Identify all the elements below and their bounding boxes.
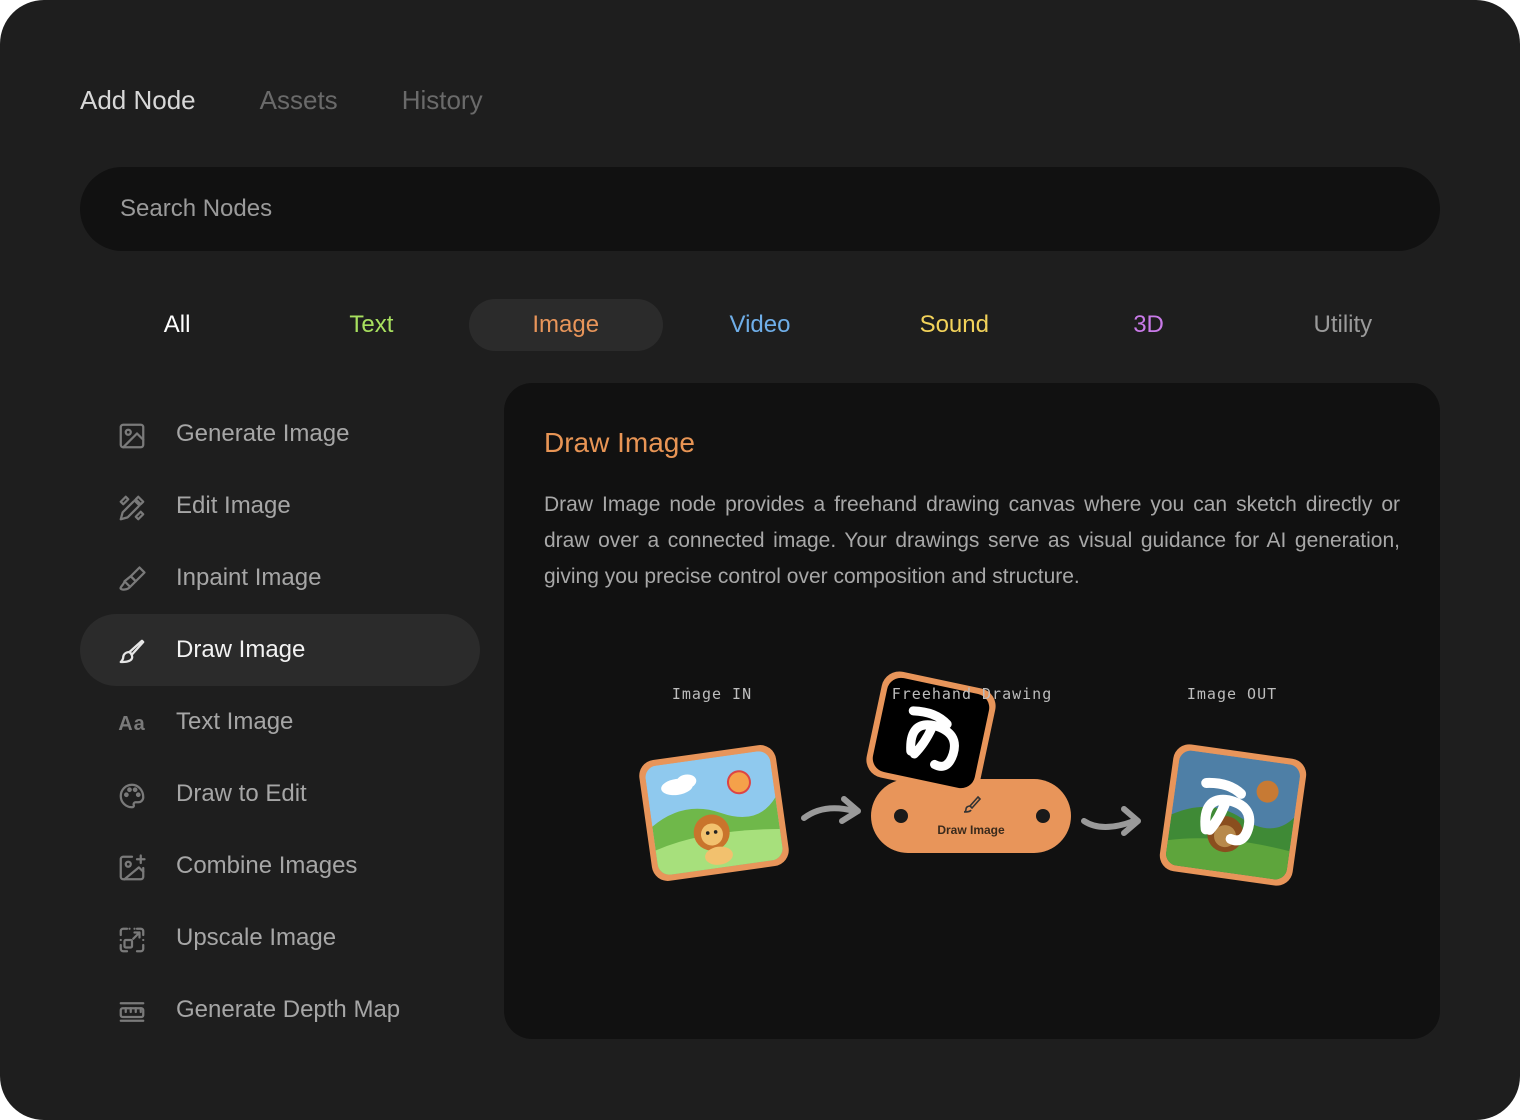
- category-video[interactable]: Video: [663, 299, 857, 351]
- node-item-text-image[interactable]: Aa Text Image: [80, 686, 480, 758]
- node-item-generate-image[interactable]: Generate Image: [80, 398, 480, 470]
- node-item-label: Edit Image: [176, 492, 291, 519]
- category-text[interactable]: Text: [274, 299, 468, 351]
- caption-image-in: Image IN: [671, 685, 753, 703]
- node-item-label: Inpaint Image: [176, 564, 322, 591]
- paint-brush-icon: [116, 564, 148, 596]
- node-item-upscale-image[interactable]: Upscale Image: [80, 902, 480, 974]
- tab-add-node[interactable]: Add Node: [80, 82, 196, 118]
- node-detail-card: Draw Image Draw Image node provides a fr…: [504, 383, 1440, 1039]
- category-utility[interactable]: Utility: [1246, 299, 1440, 351]
- add-node-panel: Add Node Assets History All Text Image V…: [0, 0, 1520, 1120]
- category-3d[interactable]: 3D: [1051, 299, 1245, 351]
- node-item-label: Draw Image: [176, 636, 306, 663]
- node-list: Generate Image Edit Image Inpaint Image …: [80, 398, 480, 1046]
- node-item-inpaint-image[interactable]: Inpaint Image: [80, 542, 480, 614]
- node-item-label: Text Image: [176, 708, 294, 735]
- node-detail-title: Draw Image: [544, 427, 695, 458]
- brush-icon: [116, 636, 148, 668]
- panel-tabs: Add Node Assets History: [80, 82, 483, 118]
- node-detail-description: Draw Image node provides a freehand draw…: [544, 493, 1400, 588]
- image-in-thumbnail: [639, 745, 789, 881]
- image-out-thumbnail: [1159, 744, 1307, 886]
- search-input[interactable]: [80, 167, 1440, 251]
- node-item-label: Upscale Image: [176, 924, 337, 951]
- image-plus-icon: [116, 852, 148, 884]
- pencil-ruler-icon: [116, 492, 148, 524]
- depth-map-icon: [116, 996, 148, 1028]
- category-all[interactable]: All: [80, 299, 274, 351]
- node-item-draw-to-edit[interactable]: Draw to Edit: [80, 758, 480, 830]
- caption-image-out: Image OUT: [1186, 685, 1278, 703]
- node-item-label: Draw to Edit: [176, 780, 307, 807]
- node-item-combine-images[interactable]: Combine Images: [80, 830, 480, 902]
- node-item-draw-image[interactable]: Draw Image: [80, 614, 480, 686]
- node-item-label: Generate Image: [176, 420, 350, 447]
- arrow-right-icon: [801, 796, 861, 824]
- text-aa-icon: Aa: [118, 712, 146, 735]
- caption-freehand-drawing: Freehand Drawing: [891, 685, 1053, 703]
- palette-icon: [116, 780, 148, 812]
- node-item-label: Combine Images: [176, 852, 358, 879]
- category-image[interactable]: Image: [468, 299, 663, 351]
- category-filter: All Text Image Video Sound 3D Utility: [80, 299, 1440, 351]
- image-icon: [116, 420, 148, 452]
- node-item-label: Generate Depth Map: [176, 996, 401, 1023]
- tab-history[interactable]: History: [402, 82, 483, 118]
- category-sound[interactable]: Sound: [857, 299, 1051, 351]
- tab-assets[interactable]: Assets: [260, 82, 338, 118]
- upscale-icon: [116, 924, 148, 956]
- node-item-edit-image[interactable]: Edit Image: [80, 470, 480, 542]
- node-pill-label: Draw Image: [937, 823, 1005, 837]
- node-item-generate-depth-map[interactable]: Generate Depth Map: [80, 974, 480, 1046]
- arrow-right-icon: [1081, 806, 1141, 836]
